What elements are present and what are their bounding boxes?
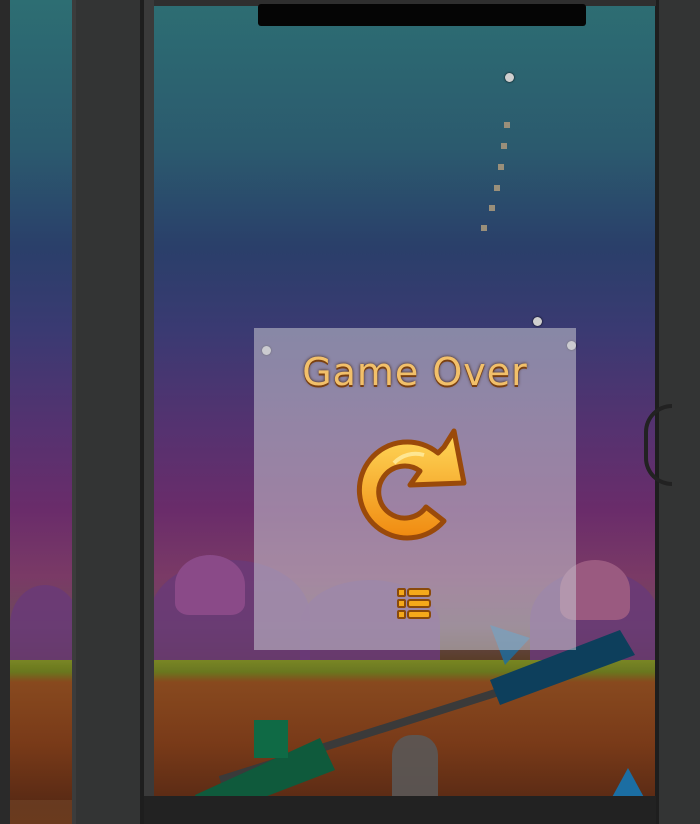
ball-trail xyxy=(489,205,495,211)
background-plant xyxy=(175,555,245,615)
game-over-title: Game Over xyxy=(302,350,528,394)
green-block xyxy=(254,720,288,758)
ball-trail xyxy=(504,122,510,128)
left-frame-rail xyxy=(144,0,154,810)
ball xyxy=(533,317,542,326)
floor xyxy=(144,796,656,824)
ball-trail xyxy=(494,185,500,191)
background-hill xyxy=(10,585,80,665)
level-menu-button[interactable] xyxy=(396,586,432,626)
ball-trail xyxy=(501,143,507,149)
retry-button[interactable] xyxy=(354,423,478,553)
level-list-icon xyxy=(397,588,431,619)
screen-edge xyxy=(0,0,10,824)
side-bumper xyxy=(644,404,672,486)
ball-trail xyxy=(481,225,487,231)
retry-arrow-icon xyxy=(356,428,467,541)
seesaw-pivot xyxy=(392,735,438,805)
left-wall xyxy=(72,0,144,824)
ball xyxy=(505,73,514,82)
ball-trail xyxy=(498,164,504,170)
game-scene: Game Over xyxy=(0,0,700,824)
game-over-dialog: Game Over xyxy=(254,328,576,650)
top-bar xyxy=(258,4,586,26)
